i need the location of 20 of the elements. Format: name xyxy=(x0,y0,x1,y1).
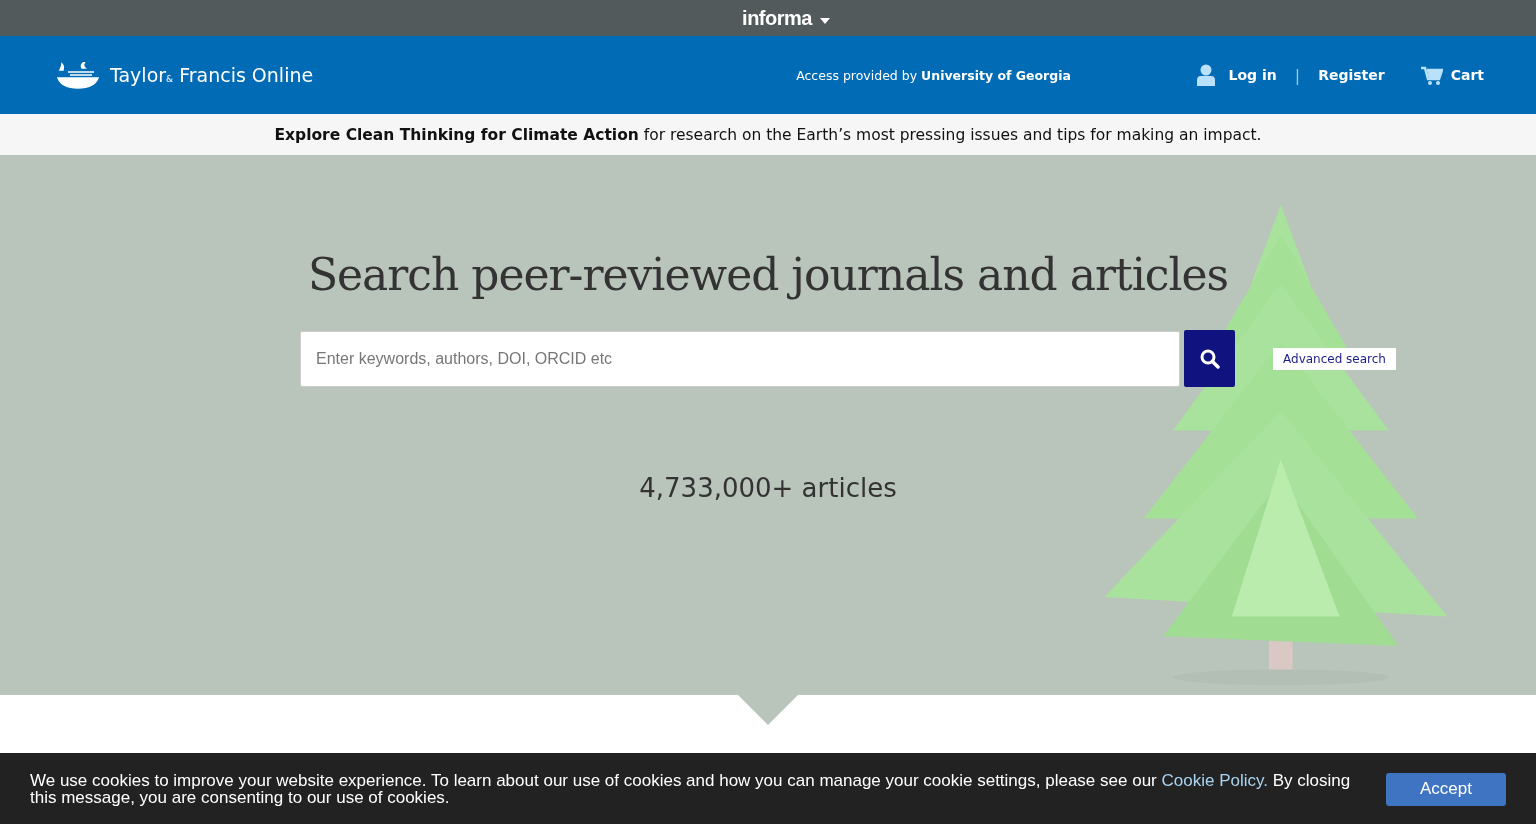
separator: | xyxy=(1294,65,1301,85)
brand-link[interactable]: informa xyxy=(706,6,812,30)
access-text: Access provided by University of Georgia xyxy=(796,67,1071,83)
cookie-policy-link[interactable]: Cookie Policy. xyxy=(1161,771,1268,790)
caret-icon xyxy=(819,18,830,24)
cart-link[interactable]: Cart xyxy=(1420,65,1484,85)
accept-button[interactable]: Accept xyxy=(1386,772,1506,806)
cart-icon xyxy=(1420,65,1443,85)
cookie-message: We use cookies to improve your website experience. To learn about our use of cookies and how you can manage your cookie settings, please see our Cookie Policy. By closing this message, you are consenting to our use of cookies. xyxy=(30,772,1352,806)
announcement-text: Explore Clean Thinking for Climate Action for research on the Earth’s most pressing issues and tips for making an impact. xyxy=(274,125,1262,144)
lamp-icon xyxy=(54,61,102,89)
article-count: 4,733,000+ articles xyxy=(639,473,897,503)
search-field[interactable]: Enter keywords, authors, DOI, ORCID etc xyxy=(300,330,1180,387)
advanced-search-link[interactable]: Advanced search xyxy=(1273,347,1396,370)
search-icon xyxy=(1199,348,1220,369)
user-icon xyxy=(1196,64,1215,86)
search-button[interactable] xyxy=(1184,330,1235,387)
register-link[interactable]: Register xyxy=(1318,67,1385,83)
hero-title: Search peer-reviewed journals and articles xyxy=(307,249,1229,300)
login-link[interactable]: Log in xyxy=(1228,67,1277,83)
